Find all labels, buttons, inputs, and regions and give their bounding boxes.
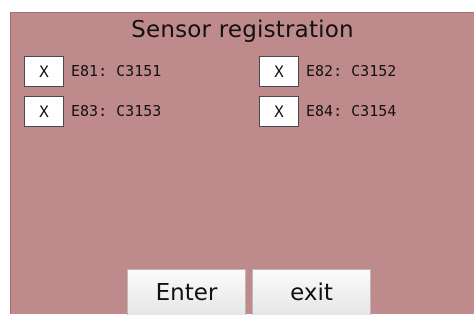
sensor-checkbox-e83[interactable]: X bbox=[24, 95, 64, 127]
exit-button[interactable]: exit bbox=[252, 269, 371, 315]
sensor-row-e83: X E83: C3153 bbox=[24, 95, 161, 127]
sensor-checkbox-e82[interactable]: X bbox=[259, 55, 299, 87]
page-title: Sensor registration bbox=[131, 17, 354, 43]
sensor-checkbox-e84[interactable]: X bbox=[259, 95, 299, 127]
enter-button[interactable]: Enter bbox=[127, 269, 246, 315]
window-frame: Sensor registration X E81: C3151 X E82: … bbox=[0, 0, 474, 315]
sensor-label-e83: E83: C3153 bbox=[71, 102, 162, 120]
sensor-checkbox-e81[interactable]: X bbox=[24, 55, 64, 87]
sensor-row-e84: X E84: C3154 bbox=[259, 95, 396, 127]
sensor-row-e82: X E82: C3152 bbox=[259, 55, 396, 87]
sensor-label-e84: E84: C3154 bbox=[306, 102, 397, 120]
sensor-label-e81: E81: C3151 bbox=[71, 62, 162, 80]
sensor-registration-panel: Sensor registration X E81: C3151 X E82: … bbox=[10, 12, 474, 315]
sensor-label-e82: E82: C3152 bbox=[306, 62, 397, 80]
sensor-row-e81: X E81: C3151 bbox=[24, 55, 161, 87]
